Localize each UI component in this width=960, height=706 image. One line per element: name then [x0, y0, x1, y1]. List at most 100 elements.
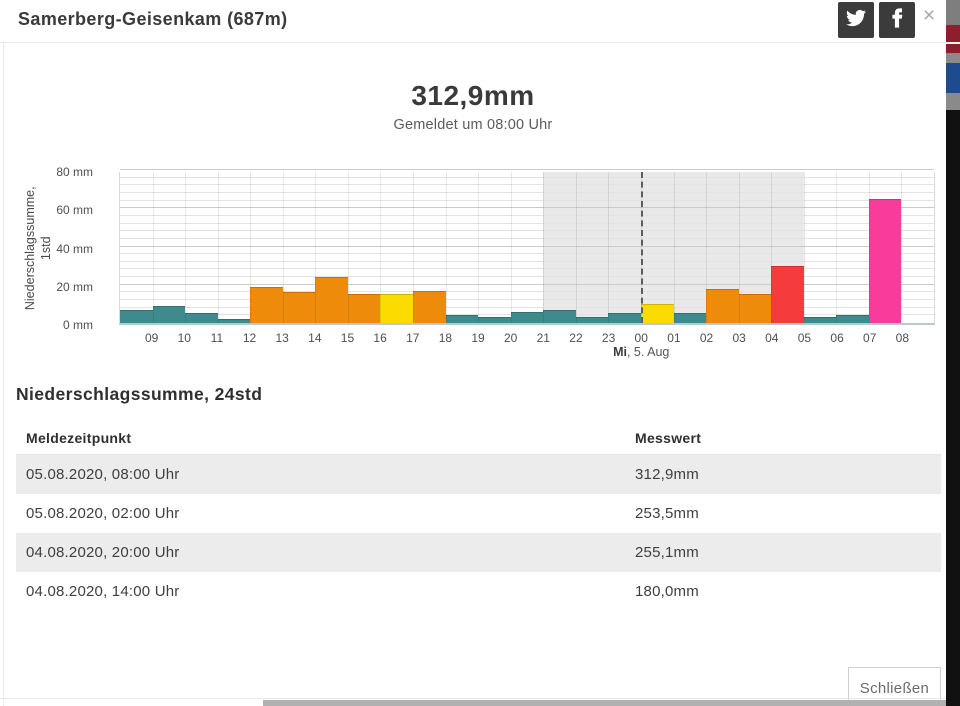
- precipitation-bar-13-14[interactable]: [283, 292, 316, 323]
- column-header-messwert: Messwert: [625, 430, 941, 446]
- gridline-horizontal: [120, 276, 934, 277]
- precipitation-bar-16-17[interactable]: [380, 294, 413, 323]
- precipitation-bar-07-08[interactable]: [869, 199, 902, 323]
- modal-header: Samerberg-Geisenkam (687m) ×: [0, 0, 946, 43]
- gridline-horizontal: [120, 307, 934, 308]
- gridline-vertical: [283, 172, 284, 323]
- gridline-vertical: [608, 172, 609, 323]
- page-strip-segment: [946, 0, 960, 25]
- gridline-horizontal: [120, 253, 934, 254]
- gridline-vertical: [901, 172, 902, 323]
- y-tick-label: 0 mm: [0, 318, 106, 332]
- y-tick-label: 40 mm: [0, 242, 106, 256]
- precipitation-bar-10-11[interactable]: [185, 313, 218, 323]
- x-tick-label: 08: [896, 331, 909, 345]
- table-body: 05.08.2020, 08:00 Uhr 312,9mm 05.08.2020…: [16, 454, 941, 611]
- reported-at-text: Gemeldet um 08:00 Uhr: [0, 117, 946, 133]
- x-tick-label: 06: [830, 331, 843, 345]
- precipitation-bar-00-01[interactable]: [641, 304, 674, 323]
- precipitation-bar-01-02[interactable]: [674, 313, 707, 323]
- horizontal-scrollbar[interactable]: [263, 700, 946, 706]
- report-time-cell: 05.08.2020, 08:00 Uhr: [16, 466, 625, 483]
- report-time-cell: 04.08.2020, 20:00 Uhr: [16, 544, 625, 561]
- gridline-horizontal: [120, 200, 934, 201]
- precipitation-bar-04-05[interactable]: [771, 266, 804, 323]
- precipitation-bar-17-18[interactable]: [413, 291, 446, 324]
- y-tick-label: 80 mm: [0, 165, 106, 179]
- precipitation-bar-14-15[interactable]: [315, 277, 348, 323]
- precipitation-bar-23-00[interactable]: [608, 313, 641, 323]
- precipitation-24h-table: Meldezeitpunkt Messwert 05.08.2020, 08:0…: [16, 422, 941, 611]
- page-strip-segment: [946, 110, 960, 706]
- precipitation-bar-06-07[interactable]: [836, 315, 869, 323]
- x-tick-label: 20: [504, 331, 517, 345]
- measurement-cell: 180,0mm: [625, 583, 941, 600]
- precipitation-bar-22-23[interactable]: [576, 317, 609, 323]
- x-tick-label: 12: [243, 331, 256, 345]
- share-facebook-button[interactable]: [879, 2, 915, 38]
- gridline-horizontal: [120, 169, 934, 170]
- gridline-horizontal: [120, 299, 934, 300]
- x-tick-label: 05: [798, 331, 811, 345]
- x-tick-label: 07: [863, 331, 876, 345]
- gridline-horizontal: [120, 207, 934, 208]
- precipitation-bar-18-19[interactable]: [446, 315, 479, 323]
- precipitation-bar-15-16[interactable]: [348, 294, 381, 323]
- x-tick-label: 21: [537, 331, 550, 345]
- gridline-vertical: [543, 172, 544, 323]
- table-row: 05.08.2020, 08:00 Uhr 312,9mm: [16, 455, 941, 494]
- gridline-vertical: [153, 172, 154, 323]
- measurement-cell: 253,5mm: [625, 505, 941, 522]
- gridline-vertical: [869, 172, 870, 323]
- report-time-cell: 05.08.2020, 02:00 Uhr: [16, 505, 625, 522]
- gridline-horizontal: [120, 192, 934, 193]
- gridline-vertical: [348, 172, 349, 323]
- precipitation-bar-20-21[interactable]: [511, 312, 544, 323]
- precipitation-bar-08-09[interactable]: [120, 310, 153, 323]
- gridline-horizontal: [120, 268, 934, 269]
- gridline-vertical: [380, 172, 381, 323]
- precipitation-bar-21-22[interactable]: [543, 310, 576, 323]
- x-tick-label: 17: [406, 331, 419, 345]
- share-twitter-button[interactable]: [838, 2, 874, 38]
- gridline-vertical: [250, 172, 251, 323]
- precipitation-bar-09-10[interactable]: [153, 306, 186, 323]
- x-tick-label: 03: [732, 331, 745, 345]
- x-tick-label: 01: [667, 331, 680, 345]
- chart-x-ticks: 0910111213141516171819202122230001020304…: [119, 331, 935, 345]
- table-header-row: Meldezeitpunkt Messwert: [16, 422, 941, 454]
- page-strip-segment: [946, 53, 960, 63]
- facebook-icon: [887, 8, 907, 33]
- precipitation-bar-05-06[interactable]: [804, 317, 837, 323]
- chart-day-marker: Mi, 5. Aug: [613, 345, 669, 359]
- table-row: 04.08.2020, 20:00 Uhr 255,1mm: [16, 533, 941, 572]
- gridline-vertical: [674, 172, 675, 323]
- precipitation-bar-03-04[interactable]: [739, 294, 772, 323]
- gridline-vertical: [478, 172, 479, 323]
- x-tick-label: 23: [602, 331, 615, 345]
- x-tick-label: 15: [341, 331, 354, 345]
- bottom-divider-line: [0, 698, 946, 699]
- table-row: 04.08.2020, 14:00 Uhr 180,0mm: [16, 572, 941, 611]
- x-tick-label: 11: [211, 331, 223, 345]
- close-icon[interactable]: ×: [917, 4, 941, 28]
- background-page-strip: [946, 0, 960, 706]
- precipitation-bar-11-12[interactable]: [218, 319, 251, 323]
- gridline-horizontal: [120, 184, 934, 185]
- section-heading: Niederschlagssumme, 24std: [16, 384, 262, 405]
- y-tick-label: 60 mm: [0, 203, 106, 217]
- precipitation-bar-12-13[interactable]: [250, 287, 283, 323]
- gridline-vertical: [185, 172, 186, 323]
- gridline-horizontal: [120, 223, 934, 224]
- y-tick-label: 20 mm: [0, 280, 106, 294]
- gridline-vertical: [804, 172, 805, 323]
- x-tick-label: 00: [635, 331, 648, 345]
- gridline-horizontal: [120, 291, 934, 292]
- social-share-buttons: [838, 2, 915, 38]
- gridline-horizontal: [120, 238, 934, 239]
- x-tick-label: 16: [373, 331, 386, 345]
- page-strip-segment: [946, 63, 960, 93]
- precipitation-bar-02-03[interactable]: [706, 289, 739, 323]
- station-title: Samerberg-Geisenkam (687m): [18, 9, 288, 30]
- precipitation-bar-19-20[interactable]: [478, 317, 511, 323]
